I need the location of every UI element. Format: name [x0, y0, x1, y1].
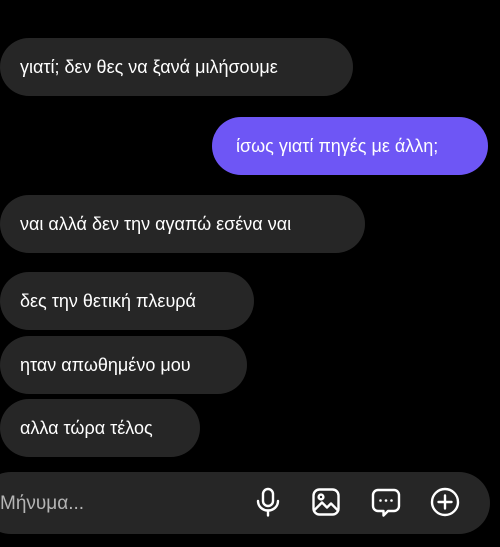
message-bubble-incoming[interactable]: αλλα τώρα τέλος: [0, 399, 200, 457]
message-bubble-incoming[interactable]: ναι αλλά δεν την αγαπώ εσένα ναι: [0, 195, 365, 253]
message-bubble-outgoing[interactable]: ίσως γιατί πηγές με άλλη;: [212, 117, 488, 175]
message-input[interactable]: [0, 484, 240, 524]
message-bubble-incoming[interactable]: δες την θετική πλευρά: [0, 272, 254, 330]
bottom-bar: [0, 534, 500, 547]
microphone-icon[interactable]: [251, 485, 285, 519]
message-thread: γιατί; δεν θες να ξανά μιλήσουμε ίσως γι…: [0, 0, 500, 470]
message-bubble-incoming[interactable]: γιατί; δεν θες να ξανά μιλήσουμε: [0, 38, 353, 96]
image-icon[interactable]: [309, 485, 343, 519]
add-icon[interactable]: [428, 485, 462, 519]
chat-more-icon[interactable]: [369, 485, 403, 519]
message-bubble-incoming[interactable]: ηταν απωθημένο μου: [0, 336, 247, 394]
